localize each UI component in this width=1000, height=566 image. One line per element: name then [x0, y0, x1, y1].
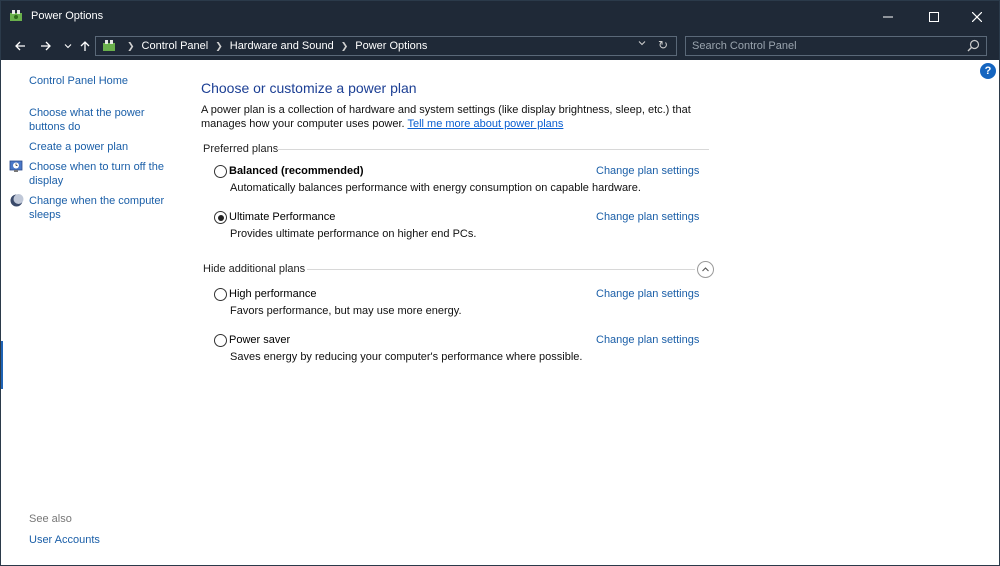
minimize-icon: [882, 16, 893, 17]
plan-desc-power-saver: Saves energy by reducing your computer's…: [230, 351, 583, 363]
address-bar: ❯ Control Panel ❯ Hardware and Sound ❯ P…: [1, 32, 999, 60]
search-input[interactable]: [686, 37, 956, 55]
sidebar-item-label: buttons do: [29, 121, 81, 133]
divider: [307, 269, 695, 270]
sidebar-item-power-buttons[interactable]: Choose what the power buttons do: [29, 106, 145, 134]
arrow-left-icon: [15, 41, 25, 51]
power-options-location-icon: [103, 40, 115, 51]
breadcrumb-hardware-and-sound[interactable]: Hardware and Sound: [230, 40, 334, 52]
breadcrumb-control-panel[interactable]: Control Panel: [142, 40, 209, 52]
sidebar-item-label: Create a power plan: [29, 141, 129, 153]
sidebar-item-display-off[interactable]: Choose when to turn off the display: [29, 160, 164, 188]
help-button[interactable]: ?: [980, 63, 996, 79]
change-plan-settings-high-performance[interactable]: Change plan settings: [596, 288, 699, 300]
sidebar-item-label: Change when the computer: [29, 195, 165, 207]
plan-radio-balanced[interactable]: [214, 165, 227, 178]
change-plan-settings-balanced[interactable]: Change plan settings: [596, 165, 699, 177]
arrow-right-icon: [41, 41, 51, 51]
plan-radio-high-performance[interactable]: [214, 288, 227, 301]
forward-button[interactable]: [37, 37, 55, 55]
breadcrumb-separator: ❯: [215, 40, 223, 51]
page-title: Choose or customize a power plan: [201, 80, 417, 96]
see-also-heading: See also: [29, 513, 72, 525]
sidebar-item-label: Choose what the power: [29, 107, 145, 119]
plan-desc-ultimate-performance: Provides ultimate performance on higher …: [230, 228, 477, 240]
breadcrumb-separator: ❯: [127, 40, 135, 51]
sidebar-control-panel-home[interactable]: Control Panel Home: [29, 74, 128, 88]
power-options-app-icon: [10, 10, 22, 21]
plan-radio-power-saver[interactable]: [214, 334, 227, 347]
minimize-button[interactable]: [865, 1, 910, 32]
divider: [277, 149, 709, 150]
plan-name-power-saver[interactable]: Power saver: [229, 334, 290, 346]
plan-radio-ultimate-performance[interactable]: [214, 211, 227, 224]
page-description: A power plan is a collection of hardware…: [201, 104, 721, 131]
maximize-button[interactable]: [911, 1, 956, 32]
breadcrumb-power-options[interactable]: Power Options: [355, 40, 427, 52]
sidebar-item-create-plan[interactable]: Create a power plan: [29, 140, 128, 154]
power-options-window: Power Options ❯ Control Panel ❯ Hardware…: [0, 0, 1000, 566]
window-title: Power Options: [31, 10, 104, 22]
refresh-icon[interactable]: ↻: [658, 38, 668, 52]
address-field[interactable]: ❯ Control Panel ❯ Hardware and Sound ❯ P…: [95, 36, 677, 56]
window-edge-strip: [1, 341, 3, 389]
close-icon: [971, 11, 982, 22]
search-icon[interactable]: [967, 39, 980, 52]
sidebar-item-sleep[interactable]: Change when the computer sleeps: [29, 194, 164, 222]
plan-name-high-performance[interactable]: High performance: [229, 288, 316, 300]
change-plan-settings-ultimate-performance[interactable]: Change plan settings: [596, 211, 699, 223]
learn-more-link[interactable]: Tell me more about power plans: [407, 118, 563, 130]
sidebar-item-label: sleeps: [29, 209, 61, 221]
chevron-down-icon: [64, 44, 72, 49]
change-plan-settings-power-saver[interactable]: Change plan settings: [596, 334, 699, 346]
close-button[interactable]: [954, 1, 999, 32]
breadcrumb-separator: ❯: [340, 40, 349, 51]
hide-additional-plans-heading[interactable]: Hide additional plans: [203, 263, 305, 275]
sidebar-link-user-accounts[interactable]: User Accounts: [29, 533, 100, 547]
sidebar-item-label: display: [29, 175, 64, 187]
search-box: [685, 36, 987, 56]
maximize-icon: [928, 11, 939, 22]
arrow-up-icon: [80, 41, 90, 51]
display-timer-icon: [9, 160, 23, 172]
sidebar-item-label: Choose when to turn off the: [29, 161, 164, 173]
plan-desc-balanced: Automatically balances performance with …: [230, 182, 641, 194]
sleep-moon-icon: [10, 194, 24, 207]
preferred-plans-heading: Preferred plans: [203, 143, 279, 155]
plan-name-ultimate-performance[interactable]: Ultimate Performance: [229, 211, 335, 223]
plan-name-balanced[interactable]: Balanced (recommended): [229, 165, 363, 177]
recent-locations-button[interactable]: [59, 37, 77, 55]
address-dropdown-icon[interactable]: [638, 39, 646, 49]
chevron-up-icon: [702, 267, 709, 272]
title-bar: Power Options: [1, 1, 999, 32]
up-button[interactable]: [76, 37, 94, 55]
collapse-additional-plans-button[interactable]: [697, 261, 714, 278]
plan-desc-high-performance: Favors performance, but may use more ene…: [230, 305, 462, 317]
back-button[interactable]: [11, 37, 29, 55]
